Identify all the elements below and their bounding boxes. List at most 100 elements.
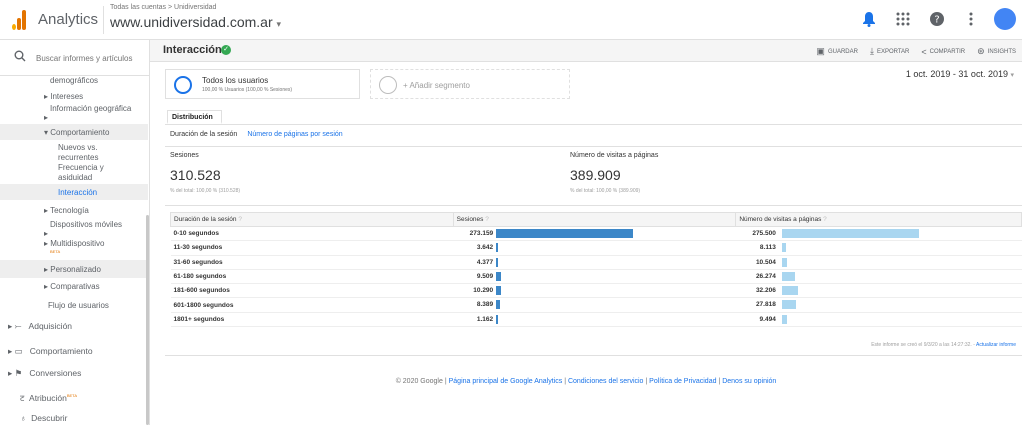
help-icon: ? (485, 216, 489, 223)
duration-cell: 31-60 segundos (170, 255, 454, 270)
sidebar-item-comparativas[interactable]: ▸ Comparativas (44, 282, 100, 292)
metric-subtext: % del total: 100,00 % (310.528) (170, 188, 241, 194)
table-row[interactable]: 1801+ segundos 1.162 9.494 (170, 312, 1022, 328)
footer: © 2020 Google | Página principal de Goog… (395, 378, 777, 385)
segment-detail: 100,00 % Usuarios (100,00 % Sesiones) (202, 87, 293, 93)
sidebar-item-dispositivos[interactable]: ▸ Dispositivos móviles (44, 220, 124, 238)
property-selector[interactable]: www.unidiversidad.com.ar ▾ (110, 14, 281, 30)
footer-link-privacy[interactable]: Política de Privacidad (649, 378, 716, 385)
sidebar-item-frecuencia[interactable]: Frecuencia y asiduidad (58, 163, 133, 183)
metric-label: Sesiones (170, 152, 199, 159)
segment-all-users[interactable]: Todos los usuarios 100,00 % Usuarios (10… (165, 69, 360, 99)
column-header-duration[interactable]: Duración de la sesión ? (170, 212, 454, 227)
date-range-picker[interactable]: 1 oct. 2019 - 31 oct. 2019 ▾ (906, 69, 1014, 79)
sidebar-item-intereses[interactable]: ▸ Intereses (44, 92, 83, 102)
insights-label: INSIGHTS (987, 48, 1016, 55)
sidebar-item-multidispositivo[interactable]: ▸ Multidispositivo BETA (44, 239, 144, 254)
caret-right-icon: ▸ (44, 113, 49, 122)
subtab-paginas[interactable]: Número de páginas por sesión (247, 131, 342, 138)
metric-value: 310.528 (170, 167, 221, 183)
avatar[interactable] (994, 8, 1016, 30)
apps-grid-icon[interactable] (892, 8, 914, 30)
svg-text:?: ? (934, 15, 939, 26)
sidebar-item-label: Adquisición (28, 321, 73, 331)
metric-value: 389.909 (570, 167, 621, 183)
pageviews-bar (781, 229, 919, 238)
pageviews-value: 275.500 (752, 230, 776, 237)
distribution-table: Duración de la sesión ? Sesiones ? Númer… (170, 212, 1022, 328)
sessions-value: 10.290 (473, 287, 494, 295)
report-actions: ▣ GUARDAR ⤓ EXPORTAR < COMPARTIR ⊛ INSIGHTS (816, 46, 1016, 57)
duration-cell: 601-1800 segundos (170, 297, 454, 313)
sidebar-item-personalizado[interactable]: ▸ Personalizado (44, 265, 101, 275)
sidebar-item-adquisicion[interactable]: ▸ ⤚ Adquisición (8, 321, 72, 331)
pageviews-value: 8.113 (759, 244, 776, 252)
beta-badge: BETA (50, 249, 61, 254)
table-row[interactable]: 0-10 segundos 273.159 275.500 (170, 226, 1022, 242)
sessions-value: 9.509 (476, 272, 494, 280)
save-icon: ▣ (816, 46, 825, 56)
pageviews-bar (781, 243, 786, 253)
sessions-value: 4.377 (476, 258, 494, 266)
save-button[interactable]: ▣ GUARDAR (816, 46, 858, 57)
subtab-duracion[interactable]: Duración de la sesión (170, 131, 237, 138)
attribution-icon: ट (20, 392, 27, 403)
acquisition-icon: ⤚ (14, 321, 24, 331)
table-row[interactable]: 181-600 segundos 10.290 32.206 (170, 283, 1022, 299)
lightbulb-icon: ♁ (20, 413, 29, 423)
divider (165, 355, 1022, 356)
pageviews-bar (781, 286, 798, 296)
sessions-value: 8.389 (476, 301, 494, 309)
sidebar-item-info-geo[interactable]: ▸ Información geográfica (44, 104, 134, 122)
sidebar-item-descubrir[interactable]: ♁ Descubrir (20, 413, 68, 423)
sidebar-item-flujo[interactable]: Flujo de usuarios (48, 301, 109, 311)
sidebar-scrollbar[interactable] (146, 215, 149, 425)
sidebar-item-interaccion[interactable]: Interacción (58, 188, 97, 198)
table-row[interactable]: 61-180 segundos 9.509 26.274 (170, 269, 1022, 285)
insights-button[interactable]: ⊛ INSIGHTS (977, 46, 1016, 57)
segment-circle-icon (174, 76, 192, 94)
duration-cell: 61-180 segundos (170, 269, 454, 285)
duration-cell: 11-30 segundos (170, 240, 454, 256)
notifications-icon[interactable] (858, 8, 880, 30)
caret-right-icon: ▸ (8, 346, 15, 356)
search-icon (14, 50, 26, 65)
breadcrumb[interactable]: Todas las cuentas > Unidiversidad (110, 4, 216, 11)
tab-distribucion[interactable]: Distribución (167, 110, 222, 124)
caret-right-icon: ▸ (8, 321, 15, 331)
sidebar-item-comportamiento[interactable]: ▾ Comportamiento (44, 128, 109, 138)
export-button[interactable]: ⤓ EXPORTAR (870, 46, 909, 57)
sidebar-item-demograficos[interactable]: demográficos (50, 76, 140, 86)
pageviews-cell: 9.494 (735, 312, 1022, 328)
search-input[interactable]: Buscar informes y artículos (36, 54, 132, 63)
footer-link-terms[interactable]: Condiciones del servicio (568, 378, 643, 385)
chevron-down-icon: ▾ (276, 19, 282, 29)
add-segment-button[interactable]: + Añadir segmento (370, 69, 570, 99)
pageviews-value: 9.494 (759, 315, 776, 323)
sessions-bar (496, 300, 501, 310)
footer-link-home[interactable]: Página principal de Google Analytics (449, 378, 563, 385)
pageviews-value: 32.206 (755, 287, 776, 295)
table-row[interactable]: 31-60 segundos 4.377 10.504 (170, 255, 1022, 270)
copyright: © 2020 Google | (395, 378, 447, 385)
more-vert-icon[interactable] (960, 8, 982, 30)
sidebar-item-atribucion[interactable]: ट AtribuciónBETA (20, 391, 77, 403)
share-button[interactable]: < COMPARTIR (921, 46, 965, 57)
sessions-cell: 10.290 (453, 283, 736, 299)
column-header-pageviews[interactable]: Número de visitas a páginas ? (735, 212, 1022, 227)
sidebar-item-nuevos[interactable]: Nuevos vs. recurrentes (58, 143, 133, 163)
sidebar-item-comportamiento-main[interactable]: ▸ ▭ Comportamiento (8, 346, 93, 356)
table-row[interactable]: 601-1800 segundos 8.389 27.818 (170, 297, 1022, 313)
footer-link-feedback[interactable]: Denos su opinión (722, 378, 776, 385)
refresh-report-link[interactable]: Actualizar informe (976, 342, 1016, 348)
sidebar-item-conversiones[interactable]: ▸ ⚑ Conversiones (8, 368, 81, 378)
sidebar-item-tecnologia[interactable]: ▸ Tecnología (44, 206, 89, 216)
help-icon[interactable]: ? (926, 8, 948, 30)
table-row[interactable]: 11-30 segundos 3.642 8.113 (170, 240, 1022, 256)
sidebar-item-label: Comportamiento (29, 346, 93, 356)
column-header-sessions[interactable]: Sesiones ? (452, 212, 737, 227)
report-note: Este informe se creó el 9/3/20 a las 14:… (871, 342, 1016, 348)
add-segment-label: + Añadir segmento (403, 81, 470, 90)
sidebar-search[interactable]: Buscar informes y artículos (0, 40, 150, 76)
analytics-logo-icon[interactable] (12, 10, 28, 30)
